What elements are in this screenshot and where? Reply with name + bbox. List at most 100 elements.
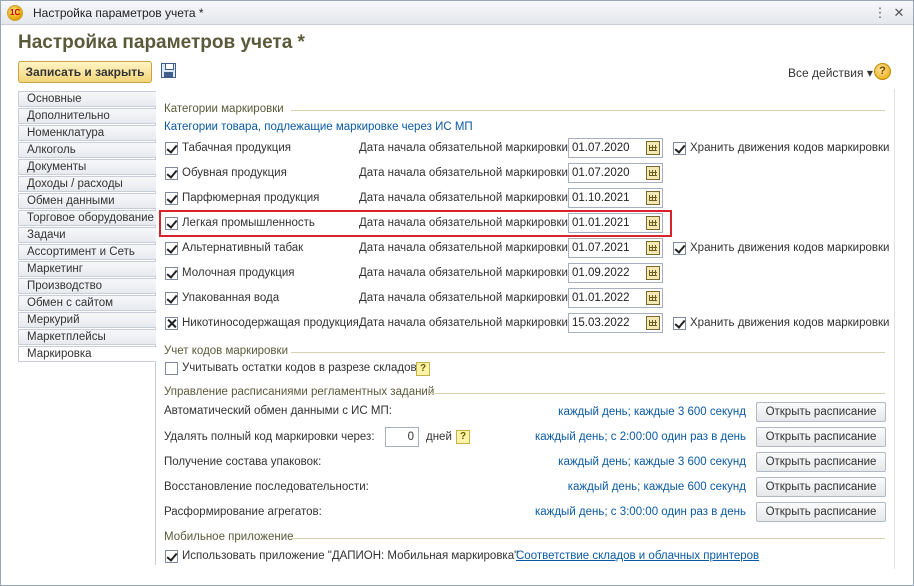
use-app-label: Использовать приложение "ДАПИОН: Мобильн… <box>182 550 519 562</box>
date-field-dairy[interactable]: 01.09.2022 <box>568 263 663 283</box>
date-field-water[interactable]: 01.01.2022 <box>568 288 663 308</box>
page-title: Настройка параметров учета * <box>18 32 305 53</box>
codes-header: Учет кодов маркировки <box>164 345 288 357</box>
category-label: Упакованная вода <box>182 292 280 304</box>
save-and-close-button[interactable]: Записать и закрыть <box>18 61 152 83</box>
date-label: Дата начала обязательной маркировки: <box>359 167 572 179</box>
store-label: Хранить движения кодов маркировки <box>690 242 890 254</box>
calendar-icon[interactable] <box>646 241 660 255</box>
sidebar-item-data-exchange[interactable]: Обмен данными <box>18 193 156 209</box>
store-checkbox-alt-tobacco[interactable] <box>673 242 686 255</box>
store-label: Хранить движения кодов маркировки <box>690 317 890 329</box>
settings-window: 1C Настройка параметров учета * ⋮ ✕ Наст… <box>0 0 914 586</box>
category-checkbox-alt-tobacco[interactable] <box>165 242 178 255</box>
sidebar-item-alcohol[interactable]: Алкоголь <box>18 142 156 158</box>
schedule-link[interactable]: каждый день; каждые 600 секунд <box>568 481 746 493</box>
schedule-label: Восстановление последовательности: <box>164 481 369 493</box>
sidebar-item-nomenclature[interactable]: Номенклатура <box>18 125 156 141</box>
sidebar-item-income-expenses[interactable]: Доходы / расходы <box>18 176 156 192</box>
date-field-alt-tobacco[interactable]: 01.07.2021 <box>568 238 663 258</box>
divider <box>291 110 885 111</box>
highlight-frame <box>159 210 672 237</box>
schedules-header: Управление расписаниями регламентных зад… <box>164 386 435 398</box>
open-schedule-button[interactable]: Открыть расписание <box>756 427 886 447</box>
date-field-perfume[interactable]: 01.10.2021 <box>568 188 663 208</box>
open-schedule-button[interactable]: Открыть расписание <box>756 502 886 522</box>
sidebar-item-assortment[interactable]: Ассортимент и Сеть <box>18 244 156 260</box>
store-checkbox-tobacco[interactable] <box>673 142 686 155</box>
days-input[interactable]: 0 <box>385 427 419 447</box>
category-checkbox-tobacco[interactable] <box>165 142 178 155</box>
all-actions-label: Все действия <box>788 66 864 80</box>
date-label: Дата начала обязательной маркировки: <box>359 142 572 154</box>
all-actions-menu[interactable]: Все действия ▾ <box>788 66 873 80</box>
days-label: дней <box>426 431 452 443</box>
date-field-shoes[interactable]: 01.07.2020 <box>568 163 663 183</box>
date-field-nicotine[interactable]: 15.03.2022 <box>568 313 663 333</box>
sidebar-item-production[interactable]: Производство <box>18 278 156 294</box>
schedule-label: Автоматический обмен данными с ИС МП: <box>164 405 392 417</box>
sidebar-item-additional[interactable]: Дополнительно <box>18 108 156 124</box>
divider <box>429 393 885 394</box>
sidebar-item-documents[interactable]: Документы <box>18 159 156 175</box>
category-label: Молочная продукция <box>182 267 295 279</box>
calendar-icon[interactable] <box>646 266 660 280</box>
sidebar-item-marking[interactable]: Маркировка <box>18 346 157 362</box>
category-label: Табачная продукция <box>182 142 292 154</box>
sidebar: Основные Дополнительно Номенклатура Алко… <box>18 91 157 565</box>
calendar-icon[interactable] <box>646 191 660 205</box>
category-checkbox-shoes[interactable] <box>165 167 178 180</box>
sidebar-item-main[interactable]: Основные <box>18 91 156 107</box>
category-label: Никотиносодержащая продукция <box>182 317 359 329</box>
category-checkbox-dairy[interactable] <box>165 267 178 280</box>
date-label: Дата начала обязательной маркировки: <box>359 267 572 279</box>
schedule-link[interactable]: каждый день; с 2:00:00 один раз в день <box>535 431 746 443</box>
open-schedule-button[interactable]: Открыть расписание <box>756 402 886 422</box>
calendar-icon[interactable] <box>646 141 660 155</box>
date-label: Дата начала обязательной маркировки: <box>359 192 572 204</box>
category-checkbox-nicotine[interactable] <box>165 317 178 330</box>
sidebar-item-trade-equipment[interactable]: Торговое оборудование <box>18 210 156 226</box>
help-button[interactable]: ? <box>874 63 891 80</box>
window-title: Настройка параметров учета * <box>33 6 204 20</box>
category-checkbox-perfume[interactable] <box>165 192 178 205</box>
sidebar-item-marketing[interactable]: Маркетинг <box>18 261 156 277</box>
date-field-tobacco[interactable]: 01.07.2020 <box>568 138 663 158</box>
date-label: Дата начала обязательной маркировки: <box>359 242 572 254</box>
schedule-link[interactable]: каждый день; каждые 3 600 секунд <box>558 456 746 468</box>
open-schedule-button[interactable]: Открыть расписание <box>756 477 886 497</box>
schedule-link[interactable]: каждый день; с 3:00:00 один раз в день <box>535 506 746 518</box>
sidebar-item-mercury[interactable]: Меркурий <box>18 312 156 328</box>
calendar-icon[interactable] <box>646 166 660 180</box>
calendar-icon[interactable] <box>646 316 660 330</box>
by-warehouse-label: Учитывать остатки кодов в разрезе складо… <box>182 362 417 374</box>
scrollbar[interactable] <box>894 89 903 569</box>
category-label: Альтернативный табак <box>182 242 304 254</box>
mobile-header: Мобильное приложение <box>164 531 294 543</box>
calendar-icon[interactable] <box>646 291 660 305</box>
schedule-label: Удалять полный код маркировки через: <box>164 431 375 443</box>
category-label: Обувная продукция <box>182 167 287 179</box>
schedule-link[interactable]: каждый день; каждые 3 600 секунд <box>558 406 746 418</box>
save-icon[interactable] <box>161 63 176 78</box>
warehouse-printers-link[interactable]: Соответствие складов и облачных принтеро… <box>516 550 759 562</box>
category-checkbox-water[interactable] <box>165 292 178 305</box>
use-app-checkbox[interactable] <box>165 550 178 563</box>
store-checkbox-nicotine[interactable] <box>673 317 686 330</box>
sidebar-item-marketplaces[interactable]: Маркетплейсы <box>18 329 156 345</box>
open-schedule-button[interactable]: Открыть расписание <box>756 452 886 472</box>
help-hint-icon[interactable]: ? <box>416 362 430 376</box>
close-icon[interactable]: ✕ <box>890 4 908 22</box>
date-label: Дата начала обязательной маркировки: <box>359 292 572 304</box>
app-logo-icon: 1C <box>7 5 23 21</box>
store-label: Хранить движения кодов маркировки <box>690 142 890 154</box>
help-hint-icon[interactable]: ? <box>456 430 470 444</box>
more-menu-icon[interactable]: ⋮ <box>871 4 889 22</box>
date-label: Дата начала обязательной маркировки: <box>359 317 572 329</box>
sidebar-item-site-exchange[interactable]: Обмен с сайтом <box>18 295 156 311</box>
category-label: Парфюмерная продукция <box>182 192 320 204</box>
divider <box>291 352 885 353</box>
categories-subtitle: Категории товара, подлежащие маркировке … <box>164 121 473 133</box>
by-warehouse-checkbox[interactable] <box>165 362 178 375</box>
sidebar-item-tasks[interactable]: Задачи <box>18 227 156 243</box>
